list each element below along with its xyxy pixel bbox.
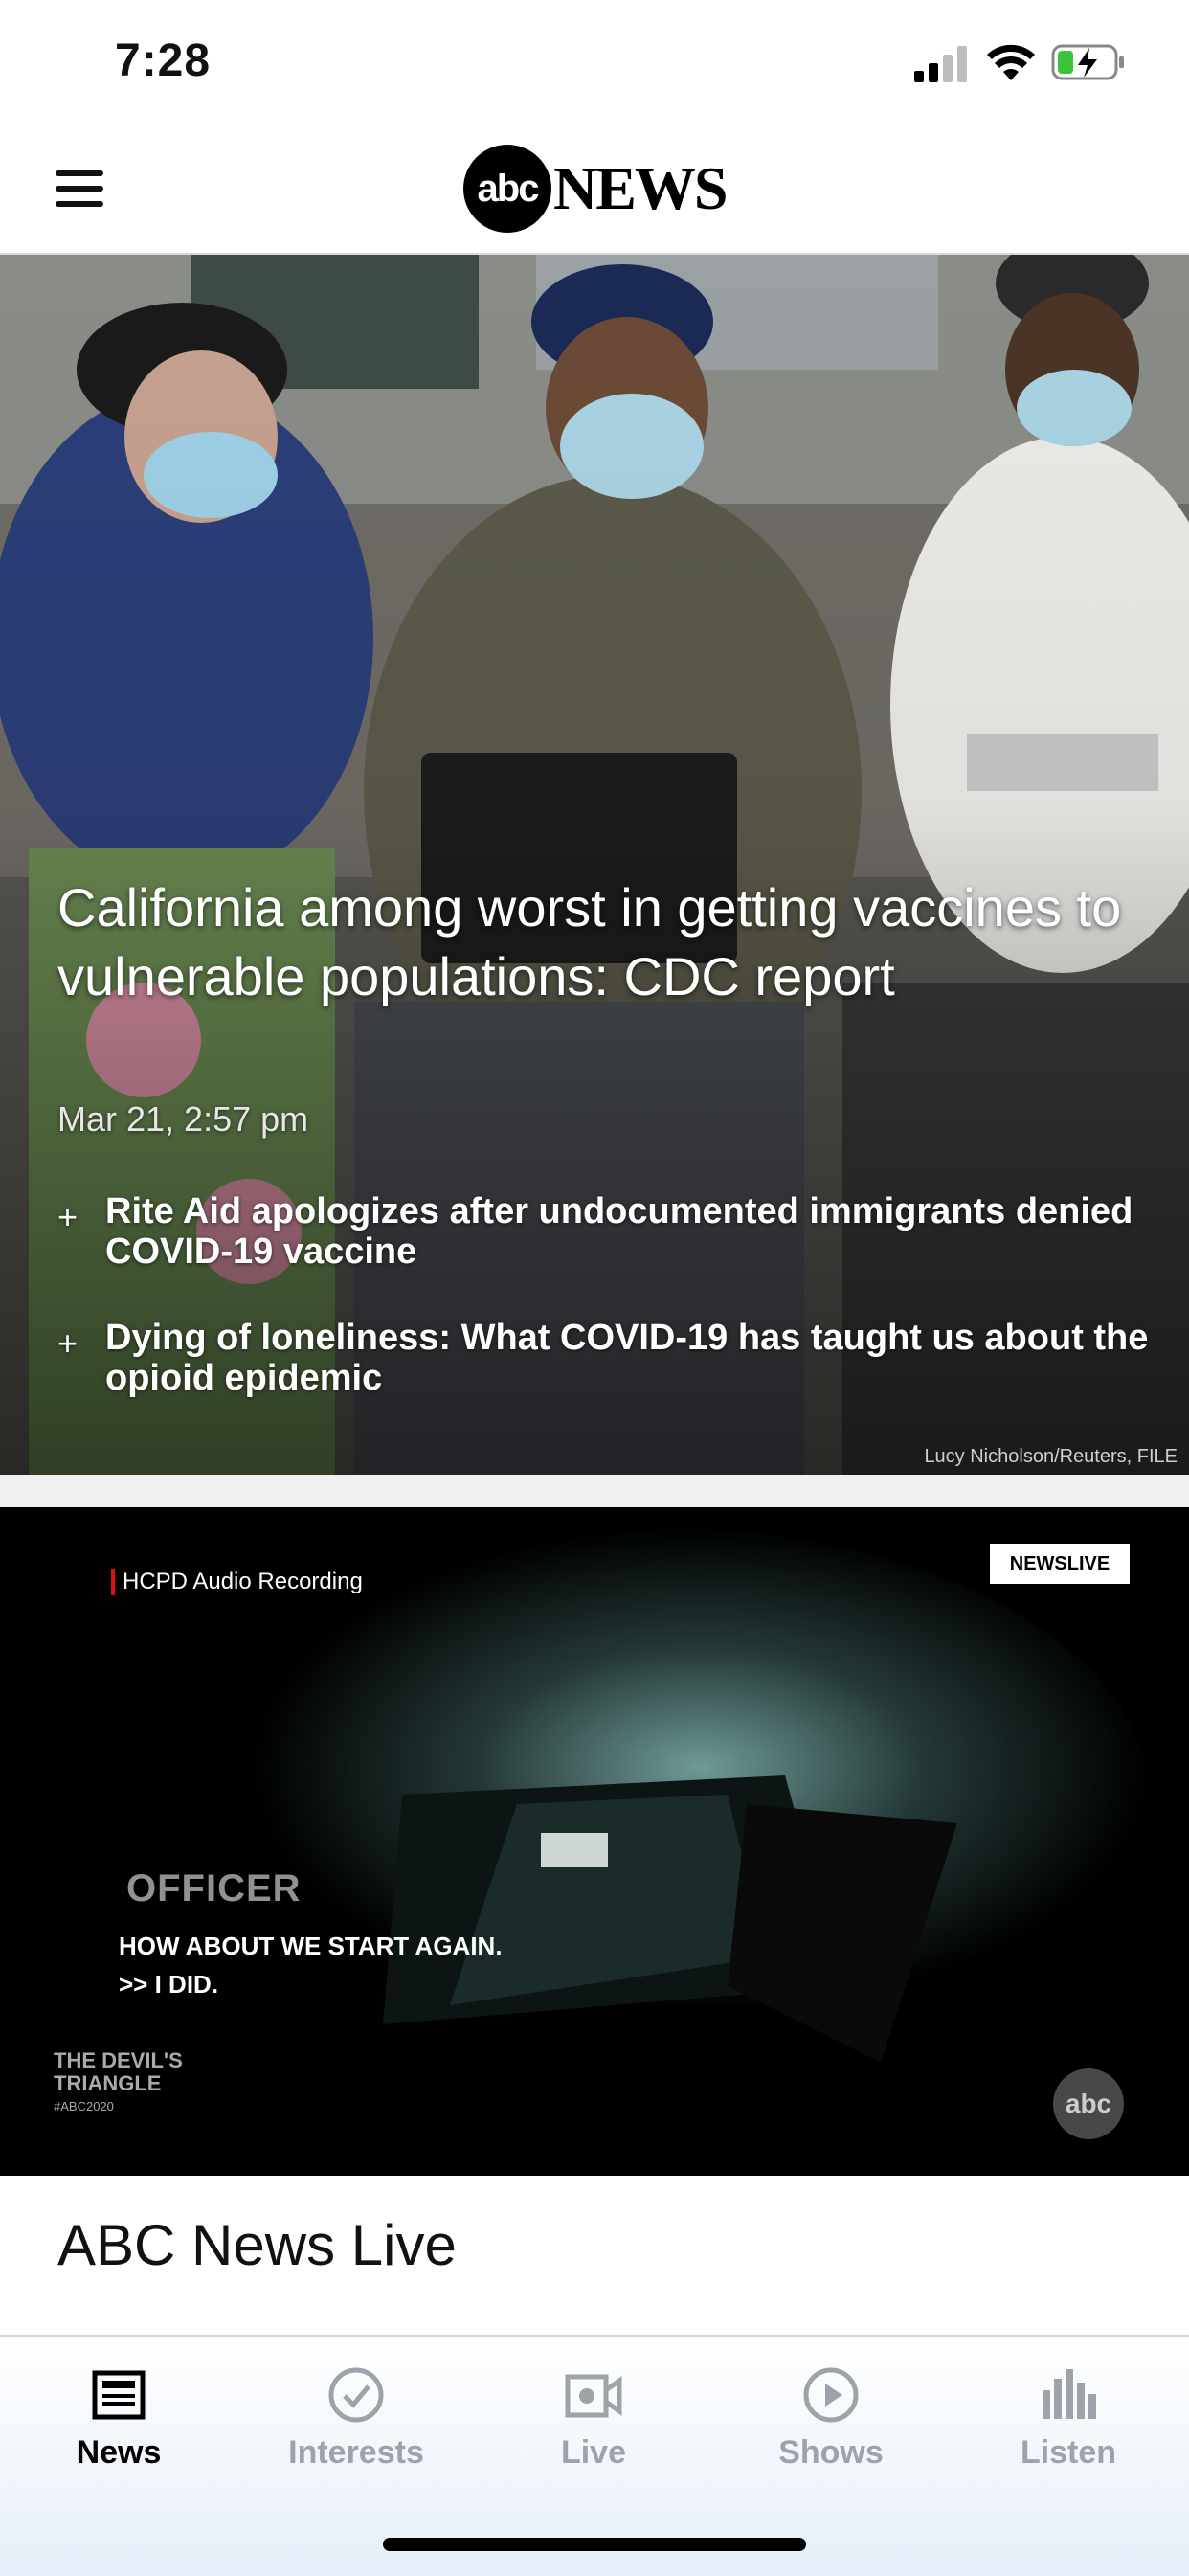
tab-interests[interactable]: Interests <box>260 2365 452 2490</box>
video-caption: HOW ABOUT WE START AGAIN. >> I DID. <box>119 1927 503 2003</box>
abc-news-logo: abc NEWS <box>463 142 728 236</box>
video-camera-icon <box>565 2374 622 2418</box>
tab-label: Live <box>560 2434 627 2471</box>
newspaper-icon <box>92 2370 146 2420</box>
show-logo-line: THE DEVIL'S <box>54 2048 183 2072</box>
hero-timestamp: Mar 21, 2:57 pm <box>57 1099 309 1139</box>
related-story-link[interactable]: + Rite Aid apologizes after undocumented… <box>57 1191 1149 1277</box>
tab-listen[interactable]: Listen <box>973 2365 1164 2490</box>
photo-credit: Lucy Nicholson/Reuters, FILE <box>924 1446 1178 1467</box>
show-logo-tag: #ABC2020 <box>54 2099 114 2113</box>
hero-headline[interactable]: California among worst in getting vaccin… <box>57 873 1149 1011</box>
audio-bars-icon <box>1043 2369 1096 2419</box>
section-divider <box>0 1475 1189 1508</box>
recording-label: HCPD Audio Recording <box>111 1569 363 1595</box>
tab-shows[interactable]: Shows <box>735 2365 927 2490</box>
tab-label: News <box>76 2434 162 2471</box>
logo-news-text: NEWS <box>553 154 728 222</box>
home-indicator <box>383 2538 806 2551</box>
tab-news[interactable]: News <box>23 2365 214 2490</box>
logo-abc-circle: abc <box>463 145 551 233</box>
wifi-icon <box>987 44 1035 80</box>
show-logo-line: TRIANGLE <box>54 2071 162 2095</box>
checkmark-circle-icon <box>328 2367 384 2423</box>
show-logo: THE DEVIL'S TRIANGLE #ABC2020 <box>54 2049 183 2118</box>
plus-icon: + <box>57 1323 79 1363</box>
caption-line: HOW ABOUT WE START AGAIN. <box>119 1932 503 1960</box>
related-story-title[interactable]: Dying of loneliness: What COVID-19 has t… <box>105 1318 1158 1398</box>
app-header: abc NEWS <box>0 124 1189 255</box>
battery-charging-icon <box>1051 44 1124 80</box>
tab-live[interactable]: Live <box>498 2365 689 2490</box>
caption-line: >> I DID. <box>119 1970 219 1999</box>
menu-icon[interactable] <box>56 170 103 209</box>
plus-icon: + <box>57 1197 79 1236</box>
tab-label: Shows <box>778 2434 884 2471</box>
related-story-title[interactable]: Rite Aid apologizes after undocumented i… <box>105 1191 1158 1272</box>
caption-speaker: OFFICER <box>126 1867 302 1909</box>
tab-label: Interests <box>288 2434 424 2471</box>
cellular-signal-icon <box>914 46 967 82</box>
status-time: 7:28 <box>115 35 212 86</box>
hero-photo <box>0 255 1189 1475</box>
related-story-link[interactable]: + Dying of loneliness: What COVID-19 has… <box>57 1318 1149 1404</box>
news-live-badge: NEWSLIVE <box>990 1544 1130 1584</box>
play-circle-icon <box>803 2367 859 2423</box>
hero-story[interactable]: California among worst in getting vaccin… <box>0 255 1189 1475</box>
tab-label: Listen <box>1020 2434 1117 2471</box>
status-bar: 7:28 <box>0 0 1189 124</box>
abc-watermark: abc <box>1053 2068 1124 2139</box>
section-title: ABC News Live <box>57 2213 457 2277</box>
